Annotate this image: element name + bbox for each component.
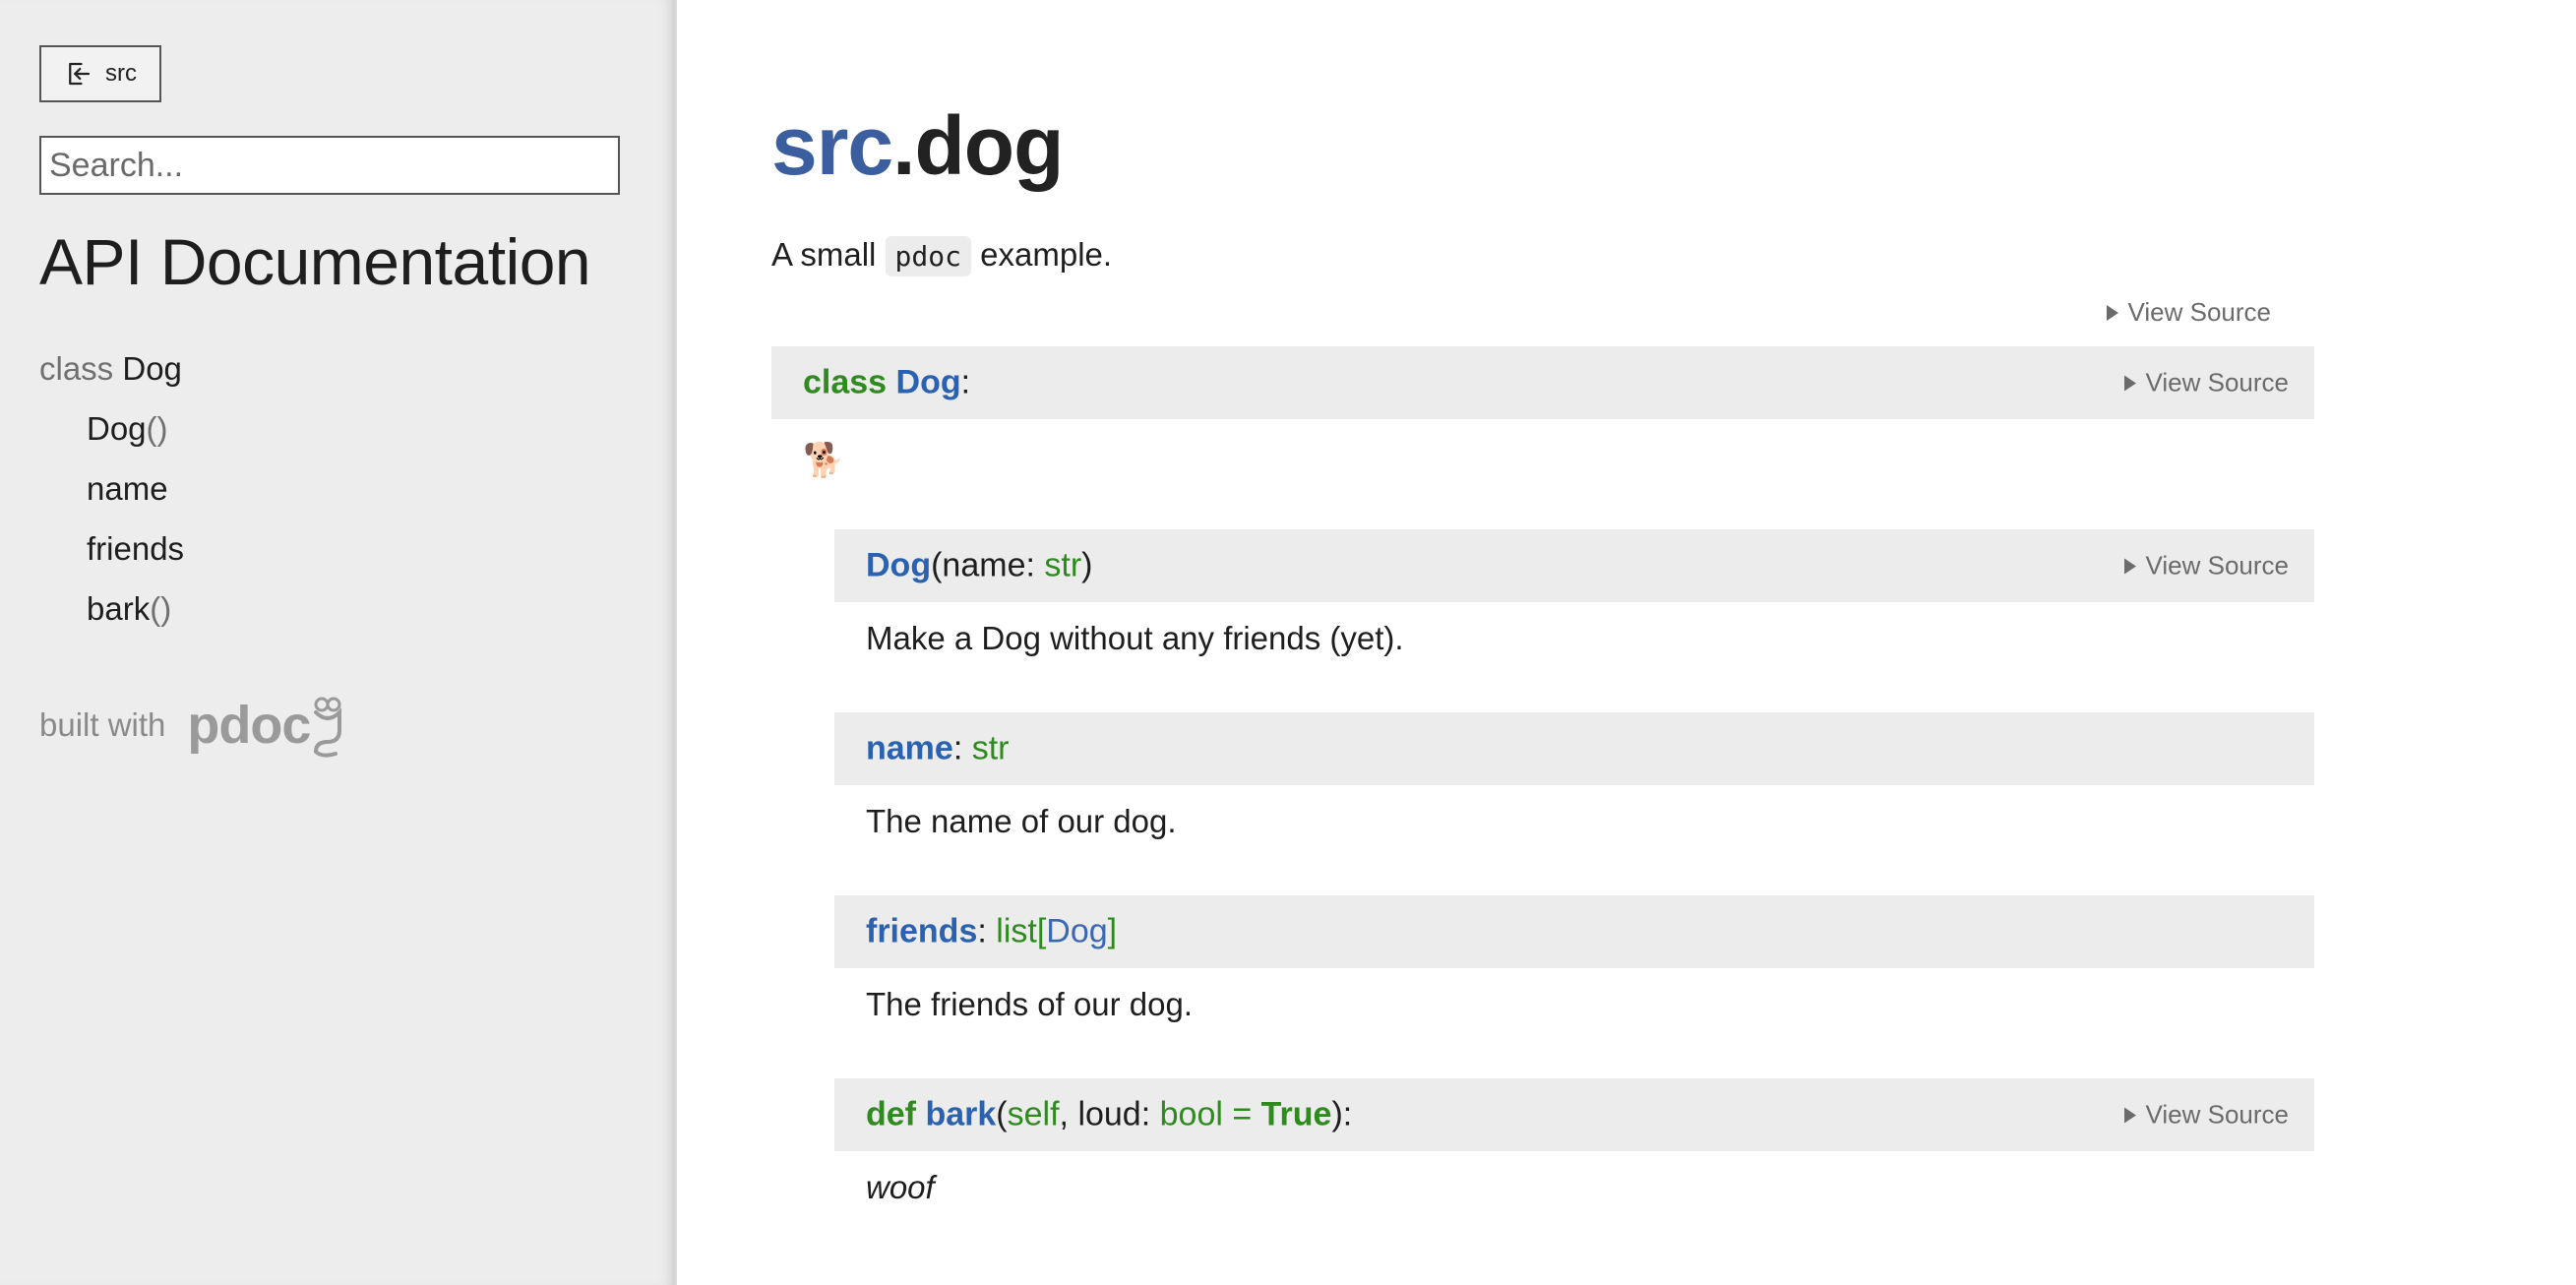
member-name: Dog bbox=[87, 410, 147, 447]
bark-method-signature: def bark(self, loud: bool = True): View … bbox=[834, 1078, 2314, 1151]
sidebar-item-friends[interactable]: friends bbox=[39, 519, 184, 579]
built-with: built with pdoc bbox=[39, 691, 347, 760]
friends-attribute-docstring: The friends of our dog. bbox=[866, 986, 1194, 1022]
param-name: name bbox=[942, 546, 1026, 584]
module-name: .dog bbox=[892, 99, 1064, 192]
constructor-docstring: Make a Dog without any friends (yet). bbox=[866, 620, 1404, 656]
type-annotation: bool bbox=[1159, 1095, 1223, 1133]
friends-attribute-signature: friends: list[Dog] bbox=[834, 895, 2314, 968]
triangle-right-icon bbox=[2106, 304, 2118, 321]
bark-view-source-toggle[interactable]: View Source bbox=[2123, 1099, 2290, 1131]
class-view-source-toggle[interactable]: View Source bbox=[2123, 367, 2290, 398]
main-content: src.dog A small pdoc example. View Sourc… bbox=[677, 0, 2576, 1285]
class-name[interactable]: Dog bbox=[896, 364, 961, 401]
pdoc-logo-text: pdoc bbox=[187, 696, 311, 755]
class-keyword: class bbox=[39, 350, 114, 387]
class-signature: class Dog: View Source bbox=[771, 346, 2314, 419]
class-keyword: class bbox=[803, 363, 888, 401]
comma: , bbox=[1059, 1095, 1078, 1133]
exit-icon bbox=[69, 62, 91, 86]
sidebar-item-dog-constructor[interactable]: Dog() bbox=[39, 398, 184, 459]
built-with-label: built with bbox=[39, 706, 166, 743]
member-suffix: () bbox=[150, 590, 172, 627]
type-annotation: str bbox=[1044, 546, 1082, 584]
def-keyword: def bbox=[866, 1095, 916, 1133]
member-name: bark bbox=[87, 590, 151, 627]
search-input[interactable] bbox=[39, 136, 620, 195]
member-name[interactable]: Dog bbox=[866, 547, 931, 584]
param-name: loud bbox=[1077, 1095, 1141, 1133]
view-source-label: View Source bbox=[2127, 297, 2272, 327]
bark-method-docstring: woof bbox=[866, 1169, 935, 1205]
type-separator: : bbox=[952, 729, 972, 767]
sidebar-item-name[interactable]: name bbox=[39, 459, 184, 519]
docstring-text: A small bbox=[771, 236, 877, 273]
view-source-label: View Source bbox=[2145, 550, 2290, 581]
type-separator: : bbox=[1025, 546, 1045, 584]
paren-open: ( bbox=[931, 546, 943, 584]
sidebar-title: API Documentation bbox=[39, 225, 591, 298]
view-source-label: View Source bbox=[2145, 1099, 2290, 1130]
docstring-text: example. bbox=[980, 236, 1113, 273]
class-docstring-emoji: 🐕 bbox=[803, 442, 845, 479]
snake-icon bbox=[314, 697, 342, 758]
docstring-code: pdoc bbox=[885, 236, 971, 276]
triangle-right-icon bbox=[2123, 375, 2136, 391]
constructor-signature: Dog(name: str) View Source bbox=[834, 529, 2314, 602]
view-source-label: View Source bbox=[2145, 367, 2290, 398]
class-name: Dog bbox=[122, 350, 182, 387]
paren-open: ( bbox=[996, 1095, 1008, 1133]
member-suffix: () bbox=[146, 410, 168, 447]
type-separator: : bbox=[1140, 1095, 1160, 1133]
module-docstring: A small pdoc example. bbox=[771, 236, 1113, 276]
type-separator: : bbox=[977, 912, 997, 950]
type-link[interactable]: Dog bbox=[1046, 913, 1107, 950]
type-annotation: str bbox=[971, 729, 1010, 767]
sidebar-item-bark[interactable]: bark() bbox=[39, 579, 184, 639]
member-name[interactable]: name bbox=[866, 730, 953, 767]
member-name: friends bbox=[87, 530, 185, 567]
type-annotation: list[ bbox=[996, 912, 1047, 950]
sidebar-nav: class Dog Dog() name friends bark() bbox=[39, 338, 184, 639]
paren-close: ) bbox=[1081, 546, 1093, 584]
module-package-link[interactable]: src bbox=[771, 99, 893, 192]
triangle-right-icon bbox=[2123, 1107, 2136, 1123]
default-value: True bbox=[1260, 1095, 1332, 1133]
module-title: src.dog bbox=[771, 98, 1064, 194]
module-view-source-row: View Source bbox=[771, 295, 2297, 335]
name-attribute-signature: name: str bbox=[834, 712, 2314, 785]
name-attribute-docstring: The name of our dog. bbox=[866, 803, 1177, 839]
sidebar-item-class-dog[interactable]: class Dog bbox=[39, 338, 184, 398]
self-param: self bbox=[1007, 1095, 1060, 1133]
member-name[interactable]: friends bbox=[866, 913, 977, 950]
triangle-right-icon bbox=[2123, 558, 2136, 574]
up-module-button[interactable]: src bbox=[39, 45, 161, 102]
paren-close: ): bbox=[1331, 1095, 1353, 1133]
constructor-view-source-toggle[interactable]: View Source bbox=[2123, 550, 2290, 581]
default-equals: = bbox=[1222, 1095, 1261, 1133]
member-name: name bbox=[87, 470, 168, 507]
up-button-label: src bbox=[105, 60, 137, 87]
class-colon: : bbox=[960, 363, 971, 401]
pdoc-logo[interactable]: pdoc bbox=[187, 691, 347, 760]
type-bracket: ] bbox=[1107, 912, 1118, 950]
sidebar: src API Documentation class Dog Dog() na… bbox=[0, 0, 677, 1285]
module-view-source-toggle[interactable]: View Source bbox=[2106, 297, 2272, 328]
member-name[interactable]: bark bbox=[925, 1096, 996, 1133]
